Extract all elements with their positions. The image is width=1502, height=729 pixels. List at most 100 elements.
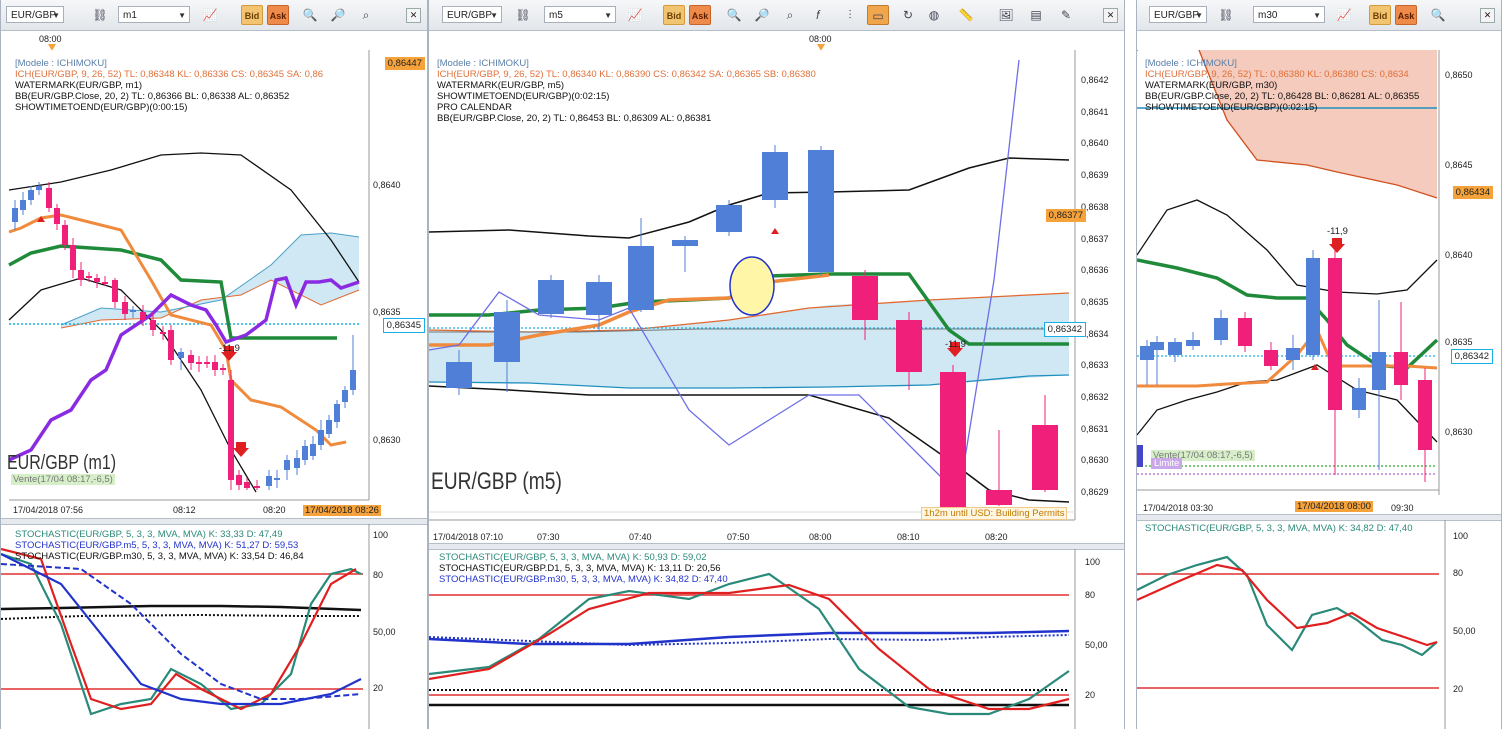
chart-window-m1: EUR/GBP ▼ ⛓ m1 ▼ 📈 Bid Ask 🔍 🔎 ⌕ ✕ 08:00 [… (0, 0, 428, 729)
order-label[interactable]: Vente(17/04 08:17,-6,5) (11, 474, 115, 485)
price-axis-label: 0,8635 (1081, 296, 1109, 307)
close-icon[interactable]: ✕ (406, 8, 421, 23)
bid-button[interactable]: Bid (663, 5, 685, 25)
stochastic-chart[interactable] (1137, 520, 1502, 729)
indicator-line: SHOWTIMETOEND(EUR/GBP)(0:00:15) (15, 102, 188, 113)
ask-button[interactable]: Ask (1395, 5, 1417, 25)
close-icon[interactable]: ✕ (1480, 8, 1495, 23)
chevron-down-icon: ▼ (490, 11, 498, 20)
signal-value: -11,9 (219, 343, 240, 354)
candle (986, 490, 1012, 505)
timeframe-value: m30 (1258, 10, 1278, 21)
price-axis-label: 0,8630 (1445, 427, 1473, 437)
zoom-out-icon[interactable]: 🔎 (327, 5, 349, 25)
price-axis-label: 0,8641 (1081, 106, 1109, 117)
candle (808, 150, 834, 272)
period-separator-icon[interactable]: ⫶ (839, 5, 861, 25)
highlight-ellipse (729, 256, 775, 316)
time-axis-label: 08:10 (897, 532, 920, 542)
zoom-reset-icon[interactable]: ⌕ (779, 5, 801, 25)
price-tag-a: 0,86377 (1045, 209, 1086, 222)
candle (244, 482, 250, 488)
zoom-reset-icon[interactable]: ⌕ (355, 5, 377, 25)
signal-value: -11,9 (1327, 226, 1348, 237)
indicator-line: BB(EUR/GBP.Close, 20, 2) TL: 0,86453 BL:… (437, 113, 712, 124)
close-icon[interactable]: ✕ (1103, 8, 1118, 23)
chart-type-icon[interactable]: 📈 (199, 5, 221, 25)
timeframe-select[interactable]: m1 ▼ (118, 6, 190, 23)
chart-type-icon[interactable]: 📈 (624, 5, 646, 25)
tools-icon[interactable]: ✎ (1055, 5, 1077, 25)
stoch-indicator-line: STOCHASTIC(EUR/GBP, 5, 3, 3, MVA, MVA) K… (439, 552, 707, 563)
candle (196, 362, 202, 364)
candle (70, 245, 76, 270)
zoom-in-icon[interactable]: 🔍 (1427, 5, 1449, 25)
indicator-line: BB(EUR/GBP.Close, 20, 2) TL: 0,86428 BL:… (1145, 91, 1420, 102)
zoom-in-icon[interactable]: 🔍 (299, 5, 321, 25)
time-tag: 17/04/2018 08:00 (1295, 501, 1373, 512)
link-icon[interactable]: ⛓ (1215, 5, 1237, 25)
price-tag-a: 0,86434 (1452, 186, 1493, 199)
chevron-down-icon: ▼ (1195, 11, 1203, 20)
limit-label[interactable]: Limite (1151, 458, 1183, 469)
stoch-indicator-line: STOCHASTIC(EUR/GBP, 5, 3, 3, MVA, MVA) K… (15, 529, 283, 540)
candle (672, 240, 698, 246)
candle (1168, 342, 1182, 355)
indicator-icon[interactable]: 𝑓 (807, 5, 829, 25)
stoch-level-label: 50,00 (1453, 626, 1476, 636)
link-icon[interactable]: ⛓ (89, 5, 111, 25)
candle (54, 208, 60, 224)
symbol-select[interactable]: EUR/GBP ▼ (442, 6, 502, 23)
toolbar: EUR/GBP ▼ ⛓ m5 ▼ 📈 Bid Ask 🔍 🔎 ⌕ 𝑓 ⫶ ▭ ↻ ◍… (429, 0, 1124, 31)
calendar-note: 1h2m until USD: Building Permits (921, 507, 1068, 520)
time-axis-label: 08:20 (263, 505, 286, 515)
chevron-down-icon: ▼ (52, 11, 60, 20)
timeframe-select[interactable]: m5 ▼ (544, 6, 616, 23)
price-tag-b: 0,86342 (1043, 322, 1086, 337)
price-chart-m1[interactable] (1, 50, 428, 520)
candle (1186, 340, 1200, 346)
template-icon[interactable]: ▤ (1025, 5, 1047, 25)
time-axis-label: 07:50 (727, 532, 750, 542)
candle (1372, 352, 1386, 390)
stoch-indicator-line: STOCHASTIC(EUR/GBP.m30, 5, 3, 3, MVA, MV… (15, 551, 304, 562)
time-axis-label: 07:30 (537, 532, 560, 542)
stoch-level-label: 80 (1085, 590, 1096, 600)
candle (212, 362, 218, 370)
picture-icon[interactable]: 🖼 (995, 5, 1017, 25)
ask-button[interactable]: Ask (689, 5, 711, 25)
ruler-icon[interactable]: 📏 (955, 5, 977, 25)
time-axis-label: 17/04/2018 07:56 (13, 505, 84, 515)
globe-icon[interactable]: ◍ (923, 5, 945, 25)
candle (342, 390, 348, 402)
price-axis-label: 0,8640 (1081, 138, 1109, 149)
chevron-down-icon: ▼ (604, 11, 612, 20)
price-axis-label: 0,8635 (1445, 337, 1473, 347)
candle (204, 362, 210, 364)
candle (102, 282, 108, 284)
zoom-out-icon[interactable]: 🔎 (751, 5, 773, 25)
time-marker: 08:00 (809, 34, 832, 44)
bid-button[interactable]: Bid (1369, 5, 1391, 25)
stoch-indicator-line: STOCHASTIC(EUR/GBP.m5, 5, 3, 3, MVA, MVA… (15, 540, 299, 551)
candle (940, 372, 966, 510)
time-axis-label: 17/04/2018 07:10 (433, 532, 504, 542)
candle (12, 208, 18, 222)
symbol-select[interactable]: EUR/GBP ▼ (1149, 6, 1207, 23)
candle (62, 225, 68, 245)
chart-type-icon[interactable]: 📈 (1333, 5, 1355, 25)
bid-button[interactable]: Bid (241, 5, 263, 25)
symbol-select[interactable]: EUR/GBP ▼ (6, 6, 64, 23)
zoom-in-icon[interactable]: 🔍 (723, 5, 745, 25)
timeframe-select[interactable]: m30 ▼ (1253, 6, 1325, 23)
candle (1306, 258, 1320, 355)
link-icon[interactable]: ⛓ (512, 5, 534, 25)
comment-icon[interactable]: ▭ (867, 5, 889, 25)
time-axis-label: 07:40 (629, 532, 652, 542)
ask-button[interactable]: Ask (267, 5, 289, 25)
bid-label: Bid (244, 11, 260, 21)
indicator-line: SHOWTIMETOEND(EUR/GBP)(0:02:15) (437, 91, 610, 102)
time-axis-label: 08:20 (985, 532, 1008, 542)
symbol-value: EUR/GBP (1154, 10, 1200, 21)
refresh-icon[interactable]: ↻ (897, 5, 919, 25)
